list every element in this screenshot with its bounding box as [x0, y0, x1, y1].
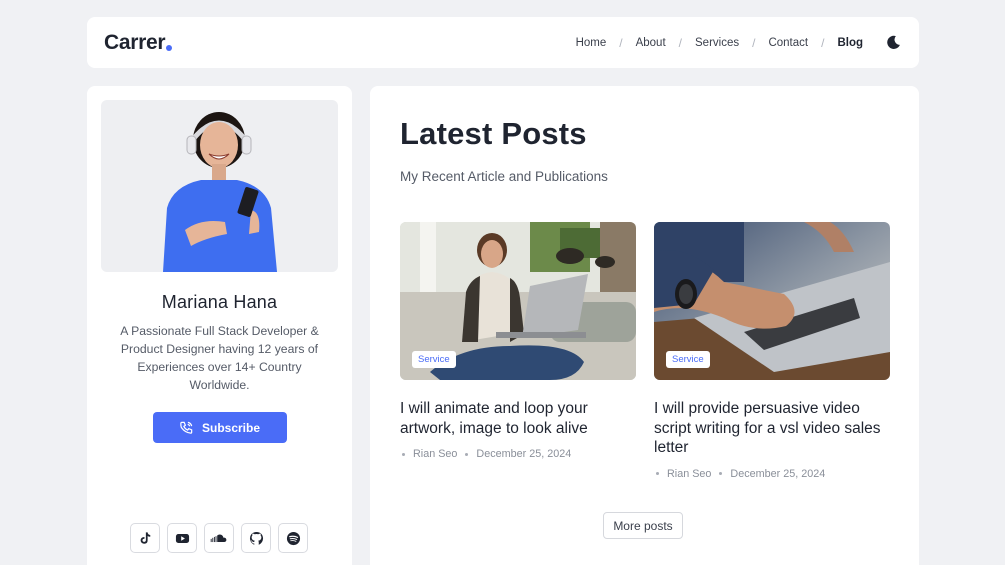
post-thumbnail[interactable]: Service: [400, 222, 636, 380]
youtube-button[interactable]: [167, 523, 197, 553]
nav-separator: /: [619, 35, 623, 50]
profile-photo: [101, 100, 338, 272]
post-card[interactable]: Service I will provide persuasive video …: [654, 222, 890, 480]
social-links: [130, 523, 308, 553]
nav-separator: /: [752, 35, 756, 50]
post-author: Rian Seo: [667, 467, 712, 480]
post-thumbnail[interactable]: Service: [654, 222, 890, 380]
post-title[interactable]: I will animate and loop your artwork, im…: [400, 399, 636, 438]
nav-blog[interactable]: Blog: [837, 37, 863, 49]
tiktok-icon: [140, 532, 151, 544]
category-badge[interactable]: Service: [412, 351, 456, 368]
profile-card: Mariana Hana A Passionate Full Stack Dev…: [87, 86, 352, 565]
nav-contact[interactable]: Contact: [768, 37, 808, 49]
nav-separator: /: [678, 35, 682, 50]
github-button[interactable]: [241, 523, 271, 553]
meta-dot: [656, 472, 659, 475]
profile-name: Mariana Hana: [161, 292, 278, 312]
post-date: December 25, 2024: [730, 467, 826, 480]
soundcloud-icon: [210, 534, 227, 543]
nav-home[interactable]: Home: [576, 37, 607, 49]
spotify-button[interactable]: [278, 523, 308, 553]
tiktok-button[interactable]: [130, 523, 160, 553]
post-meta: Rian Seo December 25, 2024: [654, 468, 890, 480]
post-meta: Rian Seo December 25, 2024: [400, 448, 636, 460]
subscribe-label: Subscribe: [201, 420, 261, 435]
github-icon: [249, 531, 263, 545]
soundcloud-button[interactable]: [204, 523, 234, 553]
nav-separator: /: [821, 35, 825, 50]
theme-toggle-button[interactable]: [885, 35, 901, 51]
category-badge[interactable]: Service: [666, 351, 710, 368]
logo-text: Carrer: [104, 30, 166, 54]
spotify-icon: [286, 531, 300, 545]
post-title[interactable]: I will provide persuasive video script w…: [654, 399, 890, 458]
nav-services[interactable]: Services: [695, 37, 739, 49]
meta-dot: [719, 472, 723, 475]
site-header: Carrer Home / About / Services / Contact…: [87, 17, 919, 68]
profile-bio: A Passionate Full Stack Developer & Prod…: [120, 324, 319, 392]
latest-posts-panel: Latest Posts My Recent Article and Publi…: [370, 86, 919, 565]
nav-about[interactable]: About: [636, 37, 666, 49]
more-posts-button[interactable]: More posts: [603, 512, 683, 539]
phone-icon: [179, 420, 194, 435]
main-nav: Home / About / Services / Contact / Blog: [576, 35, 901, 51]
moon-icon: [886, 35, 900, 49]
logo[interactable]: Carrer: [104, 30, 173, 55]
page-subtitle: My Recent Article and Publications: [400, 169, 608, 184]
post-card[interactable]: Service I will animate and loop your art…: [400, 222, 636, 460]
subscribe-button[interactable]: Subscribe: [152, 412, 287, 443]
page-title: Latest Posts: [400, 116, 587, 151]
meta-dot: [465, 452, 469, 456]
youtube-icon: [175, 533, 189, 543]
post-author: Rian Seo: [413, 448, 458, 460]
meta-dot: [402, 452, 405, 456]
post-date: December 25, 2024: [476, 448, 572, 460]
logo-dot: [166, 44, 173, 51]
